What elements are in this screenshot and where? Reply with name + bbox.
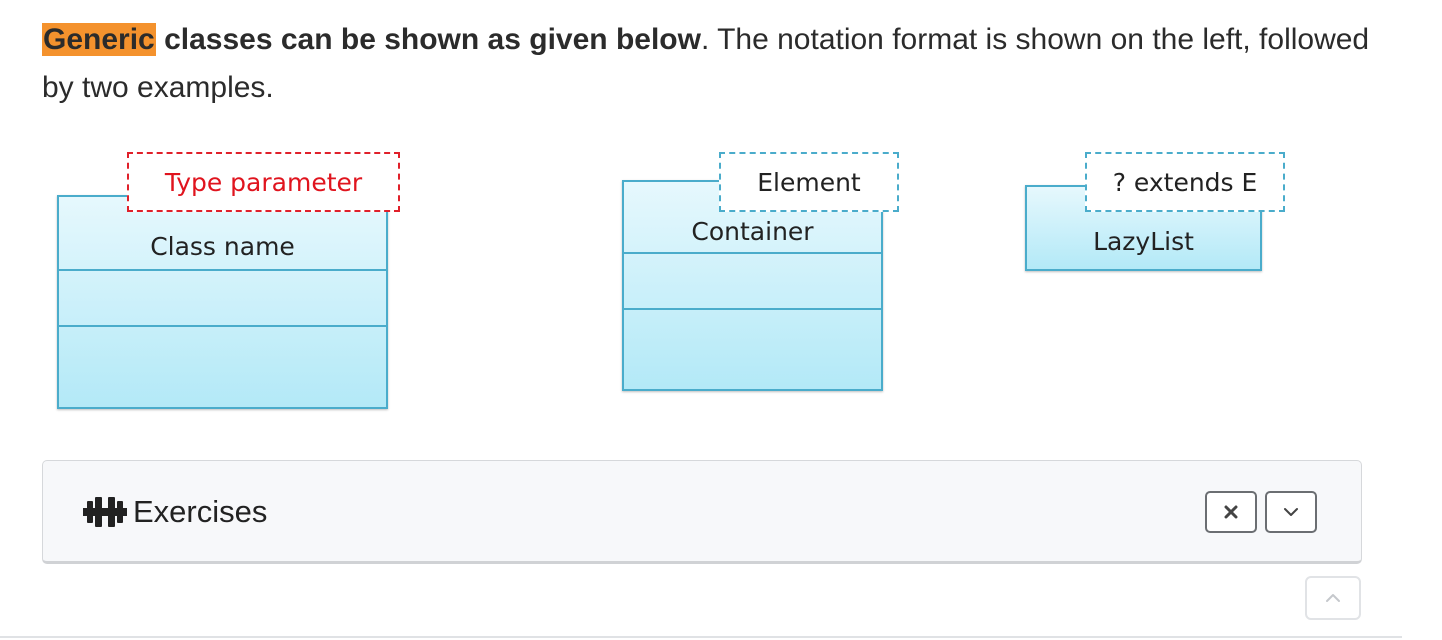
page-divider: [0, 636, 1402, 638]
type-parameter-box: Type parameter: [127, 152, 400, 212]
expand-button[interactable]: [1265, 491, 1317, 533]
scroll-top-button[interactable]: [1305, 576, 1361, 620]
close-icon: [1224, 505, 1238, 519]
type-parameter-label: Type parameter: [164, 167, 363, 197]
container-class-name: Container: [691, 217, 814, 246]
extends-type-parameter-label: ? extends E: [1112, 167, 1258, 197]
container-operations-compartment: [624, 308, 881, 389]
attributes-compartment: [59, 269, 386, 325]
exercises-header[interactable]: Exercises: [83, 494, 267, 530]
element-type-parameter-label: Element: [757, 167, 861, 197]
chevron-up-icon: [1326, 594, 1340, 602]
container-attributes-compartment: [624, 252, 881, 308]
lazylist-class-name: LazyList: [1093, 227, 1194, 256]
element-type-parameter-box: Element: [719, 152, 899, 212]
operations-compartment: [59, 325, 386, 407]
class-name-label: Class name: [150, 232, 295, 261]
class-format-box: Class name: [57, 195, 388, 409]
intro-paragraph: Generic classes can be shown as given be…: [42, 16, 1382, 112]
chevron-down-icon: [1284, 508, 1298, 516]
intro-bold-text: classes can be shown as given below: [155, 23, 701, 56]
highlighted-term: Generic: [42, 23, 156, 56]
dumbbell-icon: [83, 497, 127, 527]
extends-type-parameter-box: ? extends E: [1085, 152, 1285, 212]
exercises-panel: Exercises: [42, 460, 1362, 564]
close-button[interactable]: [1205, 491, 1257, 533]
exercises-title: Exercises: [133, 494, 268, 529]
